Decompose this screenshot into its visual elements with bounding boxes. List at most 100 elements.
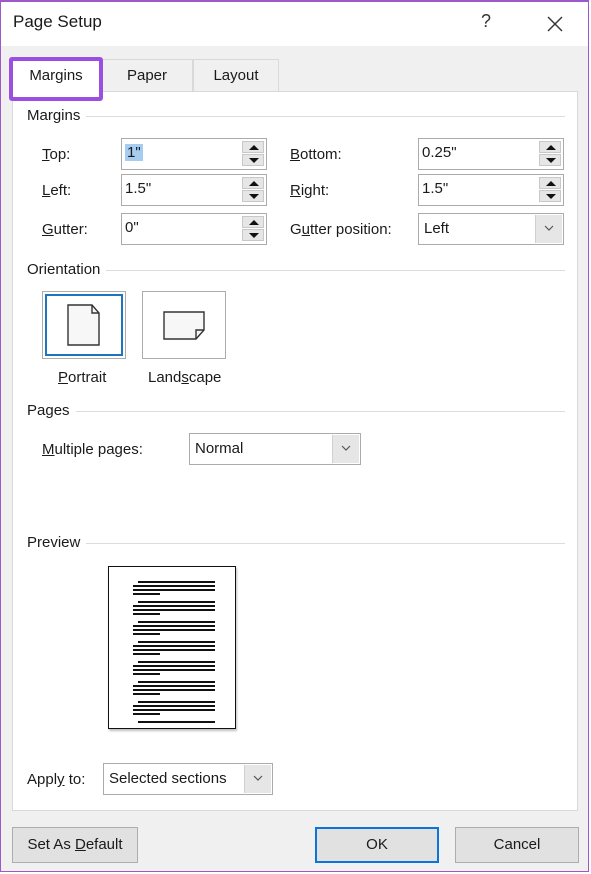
tab-paper[interactable]: Paper xyxy=(101,59,193,91)
preview-text-line xyxy=(138,681,215,683)
preview-text-line xyxy=(133,685,215,687)
landscape-page-icon xyxy=(163,311,205,340)
dropdown-button[interactable] xyxy=(244,765,271,793)
preview-page xyxy=(108,566,236,729)
gutter-label: Gutter: xyxy=(42,221,88,238)
page-setup-dialog: Page Setup ? Margins Paper Layout Margin… xyxy=(0,0,589,872)
ok-button[interactable]: OK xyxy=(315,827,439,863)
right-label: Right: xyxy=(290,182,329,199)
multiple-pages-label: Multiple pages: xyxy=(42,441,143,458)
preview-text-line xyxy=(138,661,215,663)
preview-section-label: Preview xyxy=(27,534,87,551)
right-label-accesskey: R xyxy=(290,182,301,199)
bottom-margin-increment[interactable] xyxy=(539,141,561,153)
right-label-text: ight: xyxy=(300,182,330,199)
dropdown-button[interactable] xyxy=(332,435,359,463)
gutter-value[interactable]: 0" xyxy=(125,219,139,236)
portrait-button[interactable] xyxy=(42,291,126,359)
bottom-label-text: ottom: xyxy=(300,146,342,163)
gutter-position-label-pre: G xyxy=(290,221,302,238)
landscape-label-pre: Land xyxy=(148,369,182,386)
right-margin-increment[interactable] xyxy=(539,177,561,189)
preview-text-line xyxy=(138,641,215,643)
close-icon xyxy=(547,16,563,32)
arrow-down-icon xyxy=(249,194,259,199)
preview-text-line xyxy=(138,721,215,723)
top-margin-spinner[interactable]: 1" xyxy=(121,138,267,170)
bottom-margin-spinner[interactable]: 0.25" xyxy=(418,138,564,170)
right-margin-value[interactable]: 1.5" xyxy=(422,180,448,197)
preview-section-divider xyxy=(27,543,565,544)
gutter-position-dropdown[interactable]: Left xyxy=(418,213,564,245)
preview-text-line xyxy=(133,705,215,707)
preview-text-line xyxy=(133,665,215,667)
left-margin-spinner[interactable]: 1.5" xyxy=(121,174,267,206)
portrait-page-icon xyxy=(67,304,100,346)
arrow-up-icon xyxy=(249,220,259,225)
apply-to-label-accesskey: y xyxy=(57,771,65,788)
arrow-up-icon xyxy=(249,181,259,186)
apply-to-value: Selected sections xyxy=(109,770,227,787)
landscape-label-text: cape xyxy=(188,369,222,386)
arrow-down-icon xyxy=(546,158,556,163)
preview-text-line xyxy=(133,593,160,595)
preview-text-line xyxy=(138,621,215,623)
gutter-increment[interactable] xyxy=(242,216,264,228)
left-margin-decrement[interactable] xyxy=(242,190,264,202)
chevron-down-icon xyxy=(253,775,263,781)
set-default-text: efault xyxy=(85,836,123,853)
preview-text-line xyxy=(133,613,160,615)
close-button[interactable] xyxy=(541,10,569,38)
preview-text-line xyxy=(133,585,215,587)
preview-text-line xyxy=(138,581,215,583)
top-label: Top: xyxy=(42,146,70,163)
set-default-pre: Set As xyxy=(27,836,75,853)
bottom-margin-value[interactable]: 0.25" xyxy=(422,144,457,161)
gutter-spinner[interactable]: 0" xyxy=(121,213,267,245)
margins-section-divider xyxy=(27,116,565,117)
portrait-label-accesskey: P xyxy=(58,369,69,386)
apply-to-dropdown[interactable]: Selected sections xyxy=(103,763,273,795)
preview-text-line xyxy=(138,601,215,603)
title-bar: Page Setup ? xyxy=(1,2,588,46)
multiple-pages-value: Normal xyxy=(195,440,244,457)
preview-text-line xyxy=(133,649,215,651)
apply-to-label: Apply to: xyxy=(27,771,85,788)
preview-text-line xyxy=(133,633,160,635)
landscape-button[interactable] xyxy=(142,291,226,359)
preview-text-line xyxy=(133,693,160,695)
preview-text-line xyxy=(133,589,215,591)
dropdown-button[interactable] xyxy=(535,215,562,243)
right-margin-spinner[interactable]: 1.5" xyxy=(418,174,564,206)
tab-layout[interactable]: Layout xyxy=(193,59,279,91)
left-label: Left: xyxy=(42,182,71,199)
arrow-down-icon xyxy=(249,158,259,163)
left-margin-increment[interactable] xyxy=(242,177,264,189)
preview-text-line xyxy=(133,669,215,671)
gutter-label-accesskey: G xyxy=(42,221,54,238)
top-margin-increment[interactable] xyxy=(242,141,264,153)
gutter-decrement[interactable] xyxy=(242,229,264,241)
landscape-label-accesskey: s xyxy=(181,369,189,386)
tab-margins[interactable]: Margins xyxy=(11,59,101,93)
margins-section-label: Margins xyxy=(27,107,87,124)
cancel-button[interactable]: Cancel xyxy=(455,827,579,863)
set-as-default-button[interactable]: Set As Default xyxy=(12,827,138,863)
gutter-label-text: utter: xyxy=(53,221,88,238)
preview-text-line xyxy=(133,625,215,627)
preview-text-line xyxy=(133,609,215,611)
arrow-down-icon xyxy=(546,194,556,199)
bottom-label: Bottom: xyxy=(290,146,342,163)
right-margin-decrement[interactable] xyxy=(539,190,561,202)
top-margin-value[interactable]: 1" xyxy=(125,144,143,161)
help-button[interactable]: ? xyxy=(476,11,496,35)
landscape-label[interactable]: Landscape xyxy=(148,369,221,386)
dialog-title: Page Setup xyxy=(13,12,102,31)
top-margin-decrement[interactable] xyxy=(242,154,264,166)
portrait-label[interactable]: Portrait xyxy=(58,369,106,386)
left-margin-value[interactable]: 1.5" xyxy=(125,180,151,197)
preview-text-line xyxy=(133,709,215,711)
multiple-pages-dropdown[interactable]: Normal xyxy=(189,433,361,465)
chevron-down-icon xyxy=(341,445,351,451)
bottom-margin-decrement[interactable] xyxy=(539,154,561,166)
